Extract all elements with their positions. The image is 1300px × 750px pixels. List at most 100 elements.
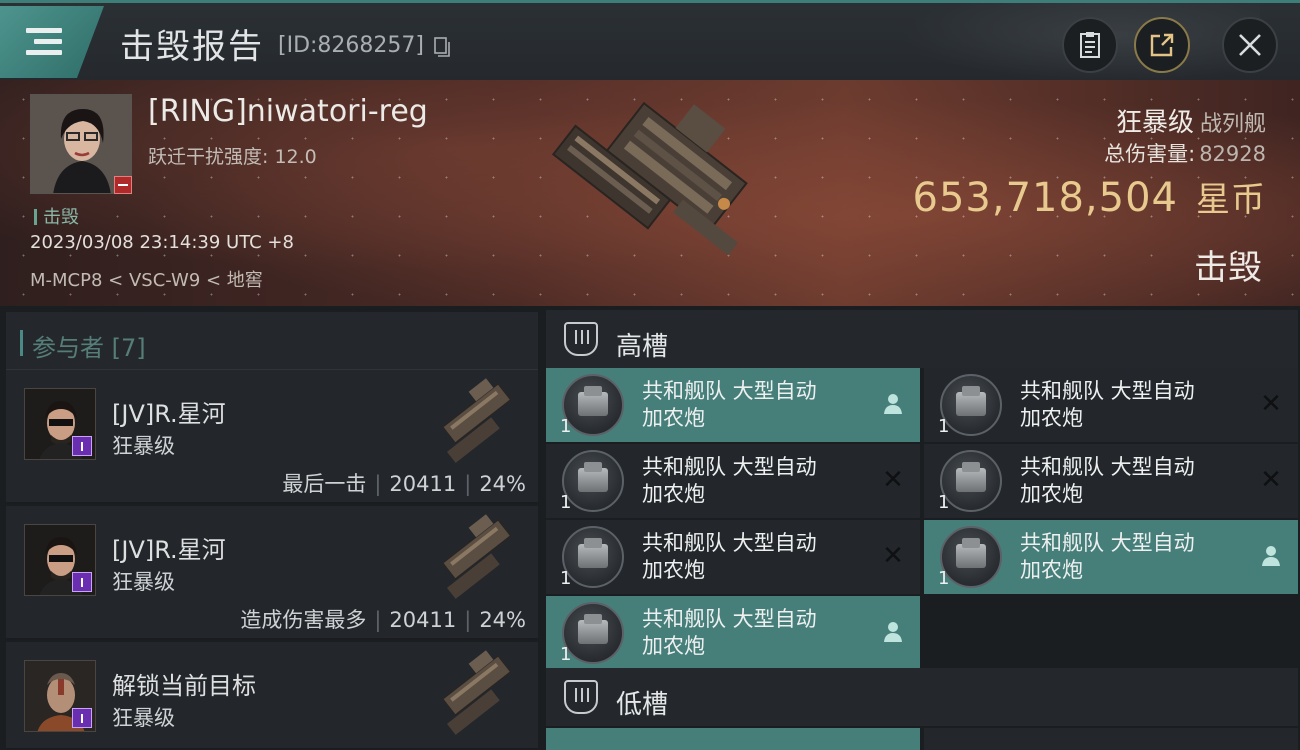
corp-badge (72, 436, 92, 456)
participant-percent: 24% (479, 608, 526, 632)
module-name: 共和舰队 大型自动 加农炮 (1020, 378, 1250, 432)
kill-result: 击毁 (1194, 248, 1262, 288)
high-slot-item[interactable]: 1 共和舰队 大型自动 加农炮 ✕ (546, 444, 920, 518)
clipboard-button[interactable] (1062, 17, 1118, 73)
victim-ship-image[interactable] (530, 86, 770, 300)
loss-badge (114, 176, 132, 194)
participant-name[interactable]: 解锁当前目标 (112, 666, 256, 701)
x-mark-icon: ✕ (882, 541, 904, 571)
module-quantity: 1 (938, 492, 950, 513)
high-slot-item[interactable]: 1 共和舰队 大型自动 加农炮 (546, 596, 920, 670)
close-button[interactable] (1222, 17, 1278, 73)
person-icon (882, 620, 904, 644)
module-name: 共和舰队 大型自动 加农炮 (1020, 454, 1250, 508)
module-name-line2: 加农炮 (642, 406, 705, 430)
share-button[interactable] (1134, 17, 1190, 73)
module-quantity: 1 (560, 644, 572, 665)
high-slot-label: 高槽 (616, 332, 669, 362)
module-quantity: 1 (938, 416, 950, 437)
module-name-line2: 加农炮 (642, 634, 705, 658)
module-name-line2: 加农炮 (642, 558, 705, 582)
participant-percent: 24% (479, 472, 526, 496)
top-bar: 击毁报告 [ID:8268257] (0, 0, 1300, 83)
module-name-line1: 共和舰队 大型自动 (1020, 531, 1195, 555)
participant-damage: 20411 (389, 608, 457, 632)
low-slot-icon (564, 680, 598, 714)
person-icon (1260, 544, 1282, 568)
module-name: 共和舰队 大型自动 加农炮 (642, 530, 872, 584)
total-damage-label: 总伤害量: (1104, 142, 1196, 166)
module-name-line1: 共和舰队 大型自动 (642, 607, 817, 631)
participant-ship-image (442, 378, 512, 463)
kill-location[interactable]: M-MCP8 < VSC-W9 < 地窖 (30, 266, 263, 292)
high-slot-item[interactable]: 1 共和舰队 大型自动 加农炮 (924, 520, 1298, 594)
participant-row[interactable]: 解锁当前目标 狂暴级 (6, 642, 538, 750)
participant-ship-image (442, 514, 512, 599)
participant-tag: 造成伤害最多 (240, 608, 367, 632)
module-quantity: 1 (560, 492, 572, 513)
module-name-line1: 共和舰队 大型自动 (642, 531, 817, 555)
warp-scramble-strength: 跃迁干扰强度: 12.0 (148, 146, 317, 168)
kill-time: 2023/03/08 23:14:39 UTC +8 (30, 232, 294, 253)
x-mark-icon: ✕ (882, 465, 904, 495)
participant-damage: 20411 (389, 472, 457, 496)
victim-name[interactable]: [RING]niwatori-reg (148, 94, 428, 129)
menu-button[interactable] (0, 6, 104, 78)
low-slot-item[interactable] (924, 728, 1298, 750)
victim-ship-type: 狂暴级 战列舰 (1116, 102, 1266, 139)
module-name-line2: 加农炮 (1020, 482, 1083, 506)
participant-ship: 狂暴级 (112, 706, 175, 730)
high-slot-header: 高槽 (546, 310, 1298, 368)
participant-ship: 狂暴级 (112, 434, 175, 458)
ship-name: 狂暴级 (1115, 108, 1194, 138)
participant-tag: 最后一击 (282, 472, 367, 496)
participant-row[interactable]: [JV]R.星河 狂暴级 最后一击 | 20411 | 24% (6, 370, 538, 504)
low-slot-label: 低槽 (616, 690, 669, 720)
participant-stats: 造成伤害最多 | 20411 | 24% (240, 608, 526, 632)
hamburger-menu-icon (26, 28, 62, 58)
module-quantity: 1 (938, 568, 950, 589)
participants-panel: 参与者 [7] [JV]R.星河 狂暴级 最后一击 | 20411 | 24% [JV]… (0, 306, 540, 750)
module-name: 共和舰队 大型自动 加农炮 (1020, 530, 1250, 584)
module-quantity: 1 (560, 416, 572, 437)
high-slot-item[interactable]: 1 共和舰队 大型自动 加农炮 ✕ (546, 520, 920, 594)
corp-badge (72, 572, 92, 592)
kill-tag: 击毁 (34, 203, 79, 229)
total-damage-value: 82928 (1199, 142, 1266, 166)
high-slot-item[interactable]: 1 共和舰队 大型自动 加农炮 (546, 368, 920, 442)
copy-icon[interactable] (434, 37, 450, 57)
x-mark-icon: ✕ (1260, 389, 1282, 419)
module-name: 共和舰队 大型自动 加农炮 (642, 454, 872, 508)
module-name-line1: 共和舰队 大型自动 (1020, 379, 1195, 403)
high-slot-item[interactable]: 1 共和舰队 大型自动 加农炮 ✕ (924, 368, 1298, 442)
total-damage: 总伤害量: 82928 (1104, 138, 1266, 168)
participant-name[interactable]: [JV]R.星河 (112, 394, 226, 429)
fitting-panel: 高槽 1 共和舰队 大型自动 加农炮 1 共和舰队 大型自动 加农炮 ✕ 1 共和舰队 大型自动… (540, 306, 1300, 750)
module-name-line1: 共和舰队 大型自动 (1020, 455, 1195, 479)
isk-value: 653,718,504 星币 (913, 172, 1266, 221)
close-icon (1239, 34, 1261, 56)
high-slot-icon (564, 322, 598, 356)
module-name-line2: 加农炮 (642, 482, 705, 506)
participants-header: 参与者 [7] (6, 312, 538, 370)
module-name-line2: 加农炮 (1020, 406, 1083, 430)
module-name-line1: 共和舰队 大型自动 (642, 379, 817, 403)
participant-ship: 狂暴级 (112, 570, 175, 594)
low-slot-item[interactable] (546, 728, 920, 750)
person-icon (882, 392, 904, 416)
x-mark-icon: ✕ (1260, 465, 1282, 495)
participant-ship-image (442, 650, 512, 735)
participant-row[interactable]: [JV]R.星河 狂暴级 造成伤害最多 | 20411 | 24% (6, 506, 538, 640)
victim-banner: [RING]niwatori-reg 跃迁干扰强度: 12.0 击毁 2023/… (0, 80, 1300, 306)
high-slot-item[interactable]: 1 共和舰队 大型自动 加农炮 ✕ (924, 444, 1298, 518)
clipboard-icon (1080, 32, 1100, 58)
low-slot-header: 低槽 (546, 668, 1298, 726)
module-name: 共和舰队 大型自动 加农炮 (642, 378, 872, 432)
participant-stats: 最后一击 | 20411 | 24% (282, 472, 526, 496)
participant-name[interactable]: [JV]R.星河 (112, 530, 226, 565)
isk-amount: 653,718,504 (912, 175, 1178, 221)
module-name-line1: 共和舰队 大型自动 (642, 455, 817, 479)
ship-class: 战列舰 (1199, 112, 1266, 137)
report-id: [ID:8268257] (278, 33, 424, 58)
participants-label: 参与者 [7] (20, 328, 146, 363)
